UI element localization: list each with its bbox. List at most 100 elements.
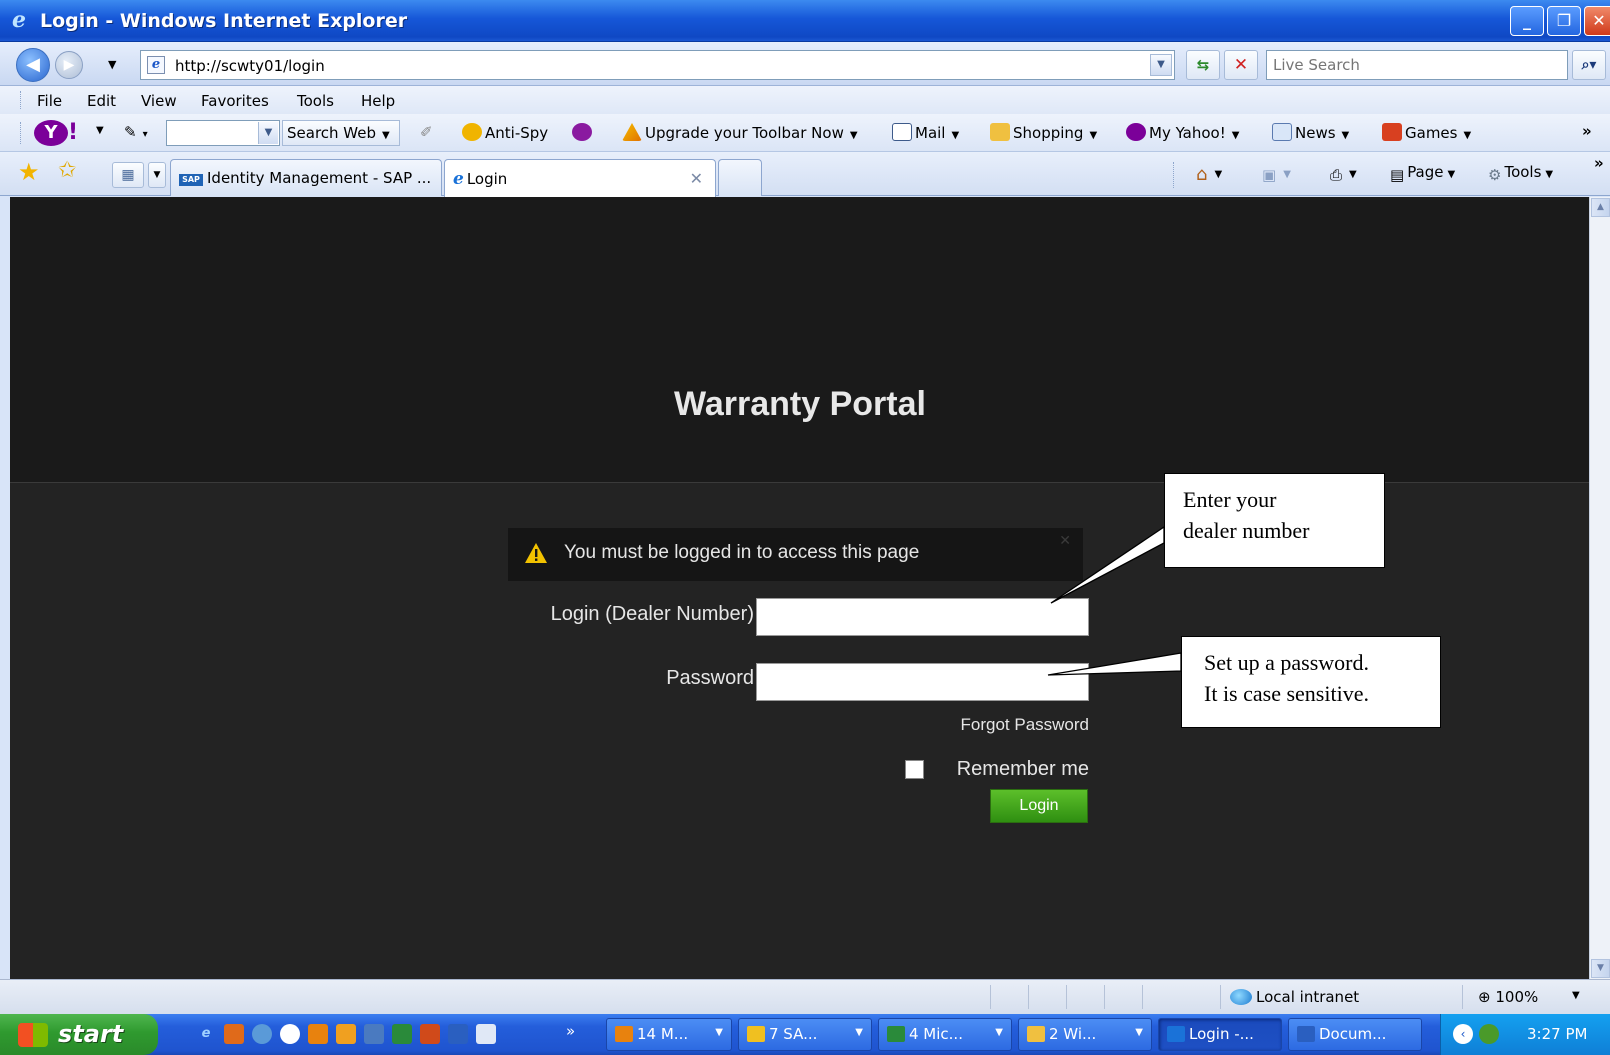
menu-view[interactable]: View <box>141 92 177 110</box>
taskbar-item[interactable]: Docum... <box>1288 1018 1422 1051</box>
status-segment <box>1142 985 1143 1009</box>
page-menu-button[interactable]: ▤ Page ▼ <box>1390 163 1455 184</box>
quicklaunch-more-chevron[interactable]: » <box>566 1022 575 1040</box>
password-field[interactable] <box>756 663 1089 701</box>
url-field[interactable]: e http://scwty01/login ▼ <box>140 50 1175 80</box>
tray-network-icon[interactable] <box>1479 1024 1499 1044</box>
url-dropdown-button[interactable]: ▼ <box>1150 54 1172 76</box>
quicklaunch-browser-icon[interactable] <box>252 1024 272 1044</box>
vertical-scrollbar[interactable]: ▲ ▼ <box>1589 197 1610 979</box>
close-tab-icon[interactable]: ✕ <box>690 169 703 188</box>
yahoo-logo-icon[interactable]: Y! <box>34 120 78 146</box>
quicklaunch-media-icon[interactable] <box>280 1024 300 1044</box>
news-button[interactable]: News ▼ <box>1272 123 1349 142</box>
tools-menu-button[interactable]: ⚙ Tools ▼ <box>1488 163 1553 184</box>
toolbar-more-chevron[interactable]: » <box>1582 122 1592 140</box>
scroll-down-arrow[interactable]: ▼ <box>1591 959 1610 978</box>
password-callout: Set up a password. It is case sensitive. <box>1181 636 1441 728</box>
tab-list-dropdown[interactable]: ▼ <box>148 162 166 188</box>
quicklaunch-ie-icon[interactable]: e <box>196 1024 216 1044</box>
login-button[interactable]: Login <box>990 789 1088 823</box>
alert-close-icon[interactable]: ✕ <box>1059 532 1071 549</box>
search-icon[interactable]: ⌕▾ <box>1572 50 1606 80</box>
taskbar-item[interactable]: 2 Wi... ▼ <box>1018 1018 1152 1051</box>
yahoo-search-box[interactable]: ▼ <box>166 120 280 146</box>
zoom-level[interactable]: ⊕ 100% <box>1478 988 1538 1006</box>
status-segment <box>1462 985 1463 1009</box>
dealer-number-field[interactable] <box>756 598 1089 636</box>
anti-spy-button[interactable]: Anti-Spy <box>462 123 548 142</box>
recent-pages-dropdown[interactable]: ▼ <box>108 58 116 71</box>
my-yahoo-button[interactable]: My Yahoo! ▼ <box>1126 123 1239 142</box>
tab-identity-management[interactable]: SAP Identity Management - SAP ... <box>170 159 442 196</box>
minimize-button[interactable]: _ <box>1510 6 1544 36</box>
forgot-password-link[interactable]: Forgot Password <box>890 715 1090 735</box>
quicklaunch-word-icon[interactable] <box>448 1024 468 1044</box>
new-tab-button[interactable] <box>718 159 762 196</box>
quicklaunch-calendar-icon[interactable] <box>336 1024 356 1044</box>
command-more-chevron[interactable]: » <box>1594 154 1604 172</box>
stop-button[interactable]: ✕ <box>1224 50 1258 80</box>
upgrade-toolbar-button[interactable]: Upgrade your Toolbar Now ▼ <box>622 123 858 142</box>
quick-tabs-button[interactable]: ▦ <box>112 162 144 188</box>
page-icon: e <box>147 56 165 74</box>
live-search-field[interactable] <box>1266 50 1568 80</box>
print-button[interactable]: ⎙ ▼ <box>1330 163 1357 184</box>
pencil-icon[interactable]: ✎ ▾ <box>124 123 148 141</box>
favorites-star-icon[interactable]: ★ <box>18 158 40 186</box>
status-segment <box>1220 985 1221 1009</box>
page-header: Warranty Portal <box>10 197 1590 483</box>
url-text[interactable]: http://scwty01/login <box>175 57 325 75</box>
ie-logo-icon: e <box>12 7 26 33</box>
live-search-input[interactable] <box>1267 51 1567 79</box>
taskbar-item[interactable]: 14 M... ▼ <box>606 1018 732 1051</box>
status-segment <box>990 985 991 1009</box>
yahoo-menu-dropdown[interactable]: ▼ <box>96 125 104 136</box>
yahoo-search-dropdown[interactable]: ▼ <box>258 122 278 144</box>
menu-file[interactable]: File <box>37 92 62 110</box>
clock[interactable]: 3:27 PM <box>1527 1025 1587 1043</box>
zoom-dropdown[interactable]: ▼ <box>1572 990 1580 1001</box>
taskbar-item[interactable]: 4 Mic... ▼ <box>878 1018 1012 1051</box>
feeds-button[interactable]: ▣ ▼ <box>1262 163 1291 184</box>
quicklaunch-powerpoint-icon[interactable] <box>420 1024 440 1044</box>
quicklaunch-firefox-icon[interactable] <box>224 1024 244 1044</box>
remember-me-checkbox[interactable] <box>905 760 924 779</box>
taskbar-item[interactable]: 7 SA... ▼ <box>738 1018 872 1051</box>
menu-tools[interactable]: Tools <box>297 92 334 110</box>
tray-hide-arrow-icon[interactable]: ‹ <box>1453 1024 1473 1044</box>
quicklaunch-outlook-icon[interactable] <box>308 1024 328 1044</box>
dealer-number-input[interactable] <box>757 599 1088 635</box>
search-web-label: Search Web <box>287 124 377 142</box>
status-bar: Local intranet ⊕ 100% ▼ <box>0 979 1610 1014</box>
taskbar-item-active[interactable]: Login -... <box>1158 1018 1282 1051</box>
mail-button[interactable]: Mail ▼ <box>892 123 959 142</box>
scroll-up-arrow[interactable]: ▲ <box>1591 198 1610 217</box>
menu-edit[interactable]: Edit <box>87 92 116 110</box>
home-button[interactable]: ⌂ ▼ <box>1196 163 1222 185</box>
games-button[interactable]: Games ▼ <box>1382 123 1471 142</box>
forward-button[interactable]: ▶ <box>55 51 83 79</box>
quicklaunch-excel-icon[interactable] <box>392 1024 412 1044</box>
ie-page-icon: e <box>453 169 464 189</box>
menu-help[interactable]: Help <box>361 92 395 110</box>
intranet-globe-icon <box>1230 989 1252 1005</box>
tab-login[interactable]: e Login ✕ <box>444 159 716 197</box>
password-input[interactable] <box>757 664 1088 700</box>
add-favorites-icon[interactable]: ✩ <box>58 158 76 183</box>
remember-me-label[interactable]: Remember me <box>930 758 1089 781</box>
quicklaunch-app-icon[interactable] <box>364 1024 384 1044</box>
back-button[interactable]: ◀ <box>16 48 50 82</box>
start-button[interactable]: start <box>0 1014 158 1055</box>
search-web-button[interactable]: Search Web ▼ <box>282 120 400 146</box>
close-window-button[interactable]: ✕ <box>1584 6 1610 36</box>
headset-icon[interactable] <box>572 123 595 142</box>
security-zone[interactable]: Local intranet <box>1230 988 1359 1006</box>
maximize-button[interactable]: ❐ <box>1547 6 1581 36</box>
menu-favorites[interactable]: Favorites <box>201 92 269 110</box>
refresh-button[interactable]: ⇆ <box>1186 50 1220 80</box>
highlighter-icon[interactable]: ✐ <box>420 123 433 141</box>
quicklaunch-mail-icon[interactable] <box>476 1024 496 1044</box>
shopping-button[interactable]: Shopping ▼ <box>990 123 1097 142</box>
home-icon: ⌂ <box>1196 164 1208 185</box>
